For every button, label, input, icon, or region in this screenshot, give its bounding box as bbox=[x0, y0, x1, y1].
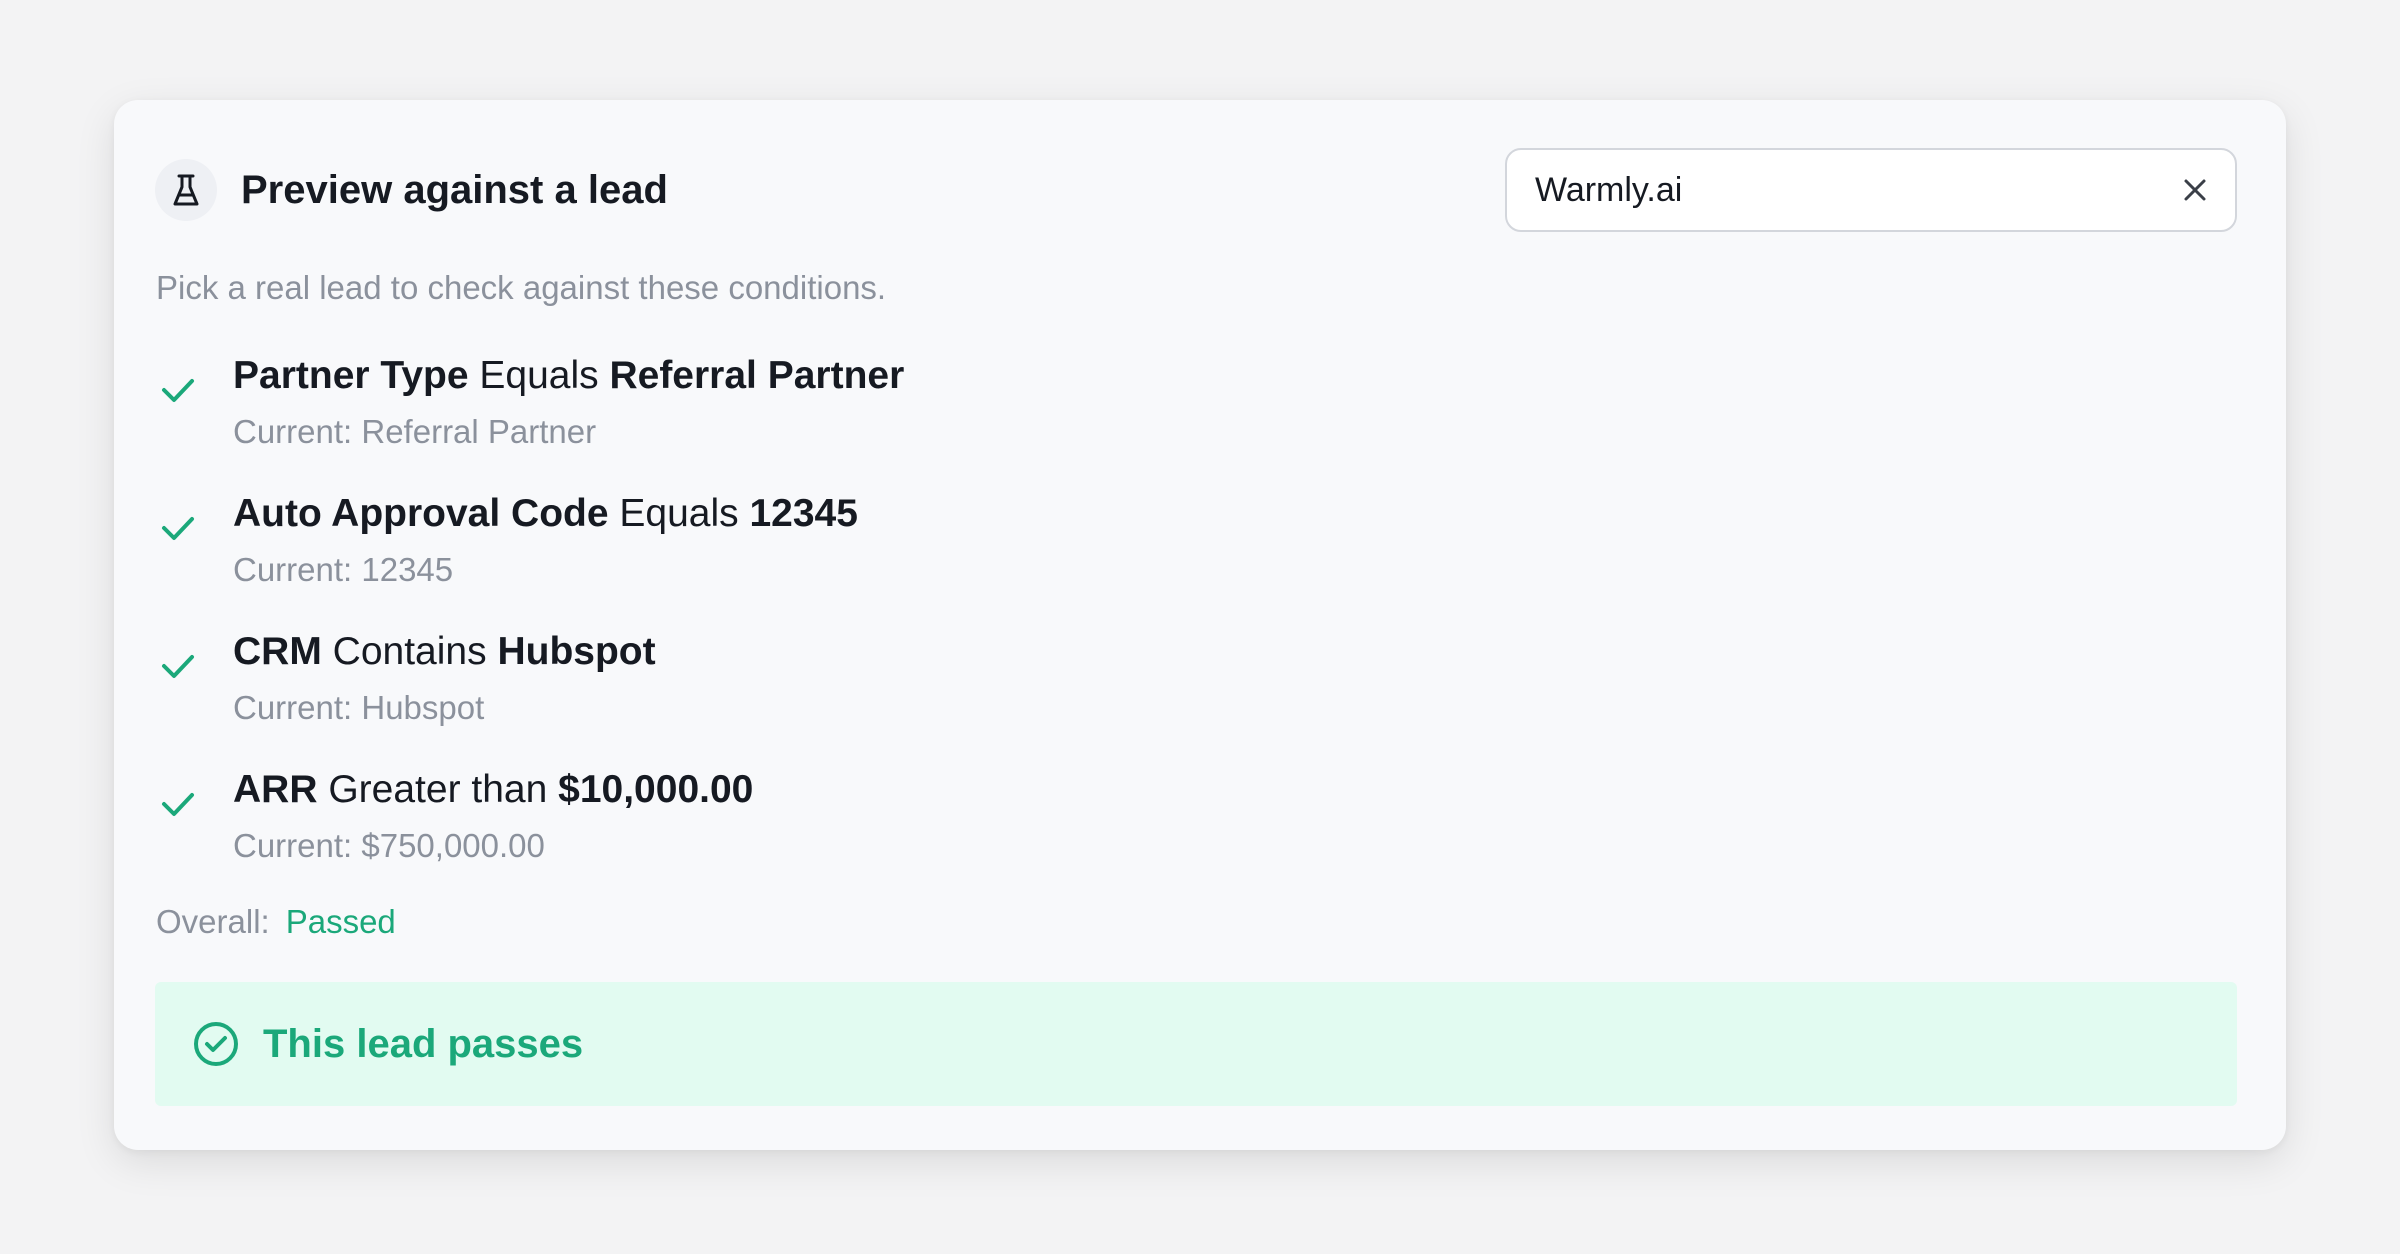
condition-field: CRM bbox=[233, 630, 322, 673]
condition-current: Current: Referral Partner bbox=[233, 413, 597, 450]
condition-item: Partner Type Equals Referral Partner Cur… bbox=[156, 350, 1356, 480]
lead-search-field[interactable] bbox=[1505, 148, 2237, 232]
result-text: This lead passes bbox=[263, 1022, 584, 1066]
check-icon bbox=[162, 793, 194, 816]
condition-field: ARR bbox=[233, 768, 318, 811]
clear-search-button[interactable] bbox=[2173, 168, 2217, 212]
overall-value: Passed bbox=[285, 903, 396, 940]
condition-text: ARR Greater than $10,000.00 bbox=[233, 764, 753, 816]
condition-operator: Greater than bbox=[328, 768, 548, 811]
condition-current: Current: 12345 bbox=[233, 551, 454, 588]
condition-value: 12345 bbox=[749, 492, 858, 535]
condition-text: Partner Type Equals Referral Partner bbox=[233, 350, 904, 402]
condition-current: Current: $750,000.00 bbox=[233, 827, 545, 864]
check-icon bbox=[162, 517, 194, 540]
check-icon bbox=[162, 379, 194, 402]
condition-current: Current: Hubspot bbox=[233, 689, 485, 726]
page-title: Preview against a lead bbox=[241, 168, 668, 212]
overall-status: Overall: Passed bbox=[156, 900, 396, 944]
condition-value: Hubspot bbox=[497, 630, 656, 673]
check-circle-icon bbox=[194, 1022, 238, 1066]
check-icon bbox=[162, 655, 194, 678]
overall-label: Overall: bbox=[156, 903, 270, 940]
subtitle: Pick a real lead to check against these … bbox=[156, 269, 887, 306]
close-icon bbox=[2184, 179, 2206, 201]
condition-text: CRM Contains Hubspot bbox=[233, 626, 656, 678]
condition-text: Auto Approval Code Equals 12345 bbox=[233, 488, 858, 540]
condition-operator: Equals bbox=[619, 492, 739, 535]
condition-item: Auto Approval Code Equals 12345 Current:… bbox=[156, 488, 1356, 618]
lead-search-input[interactable] bbox=[1535, 150, 2135, 230]
condition-value: Referral Partner bbox=[609, 354, 905, 397]
flask-icon bbox=[155, 159, 217, 221]
condition-value: $10,000.00 bbox=[558, 768, 754, 811]
preview-card: Preview against a lead Pick a real lead … bbox=[114, 100, 2286, 1150]
condition-field: Auto Approval Code bbox=[233, 492, 609, 535]
condition-field: Partner Type bbox=[233, 354, 469, 397]
result-banner: This lead passes bbox=[155, 982, 2237, 1106]
condition-item: ARR Greater than $10,000.00 Current: $75… bbox=[156, 764, 1356, 894]
condition-operator: Contains bbox=[332, 630, 487, 673]
condition-operator: Equals bbox=[479, 354, 599, 397]
condition-item: CRM Contains Hubspot Current: Hubspot bbox=[156, 626, 1356, 756]
